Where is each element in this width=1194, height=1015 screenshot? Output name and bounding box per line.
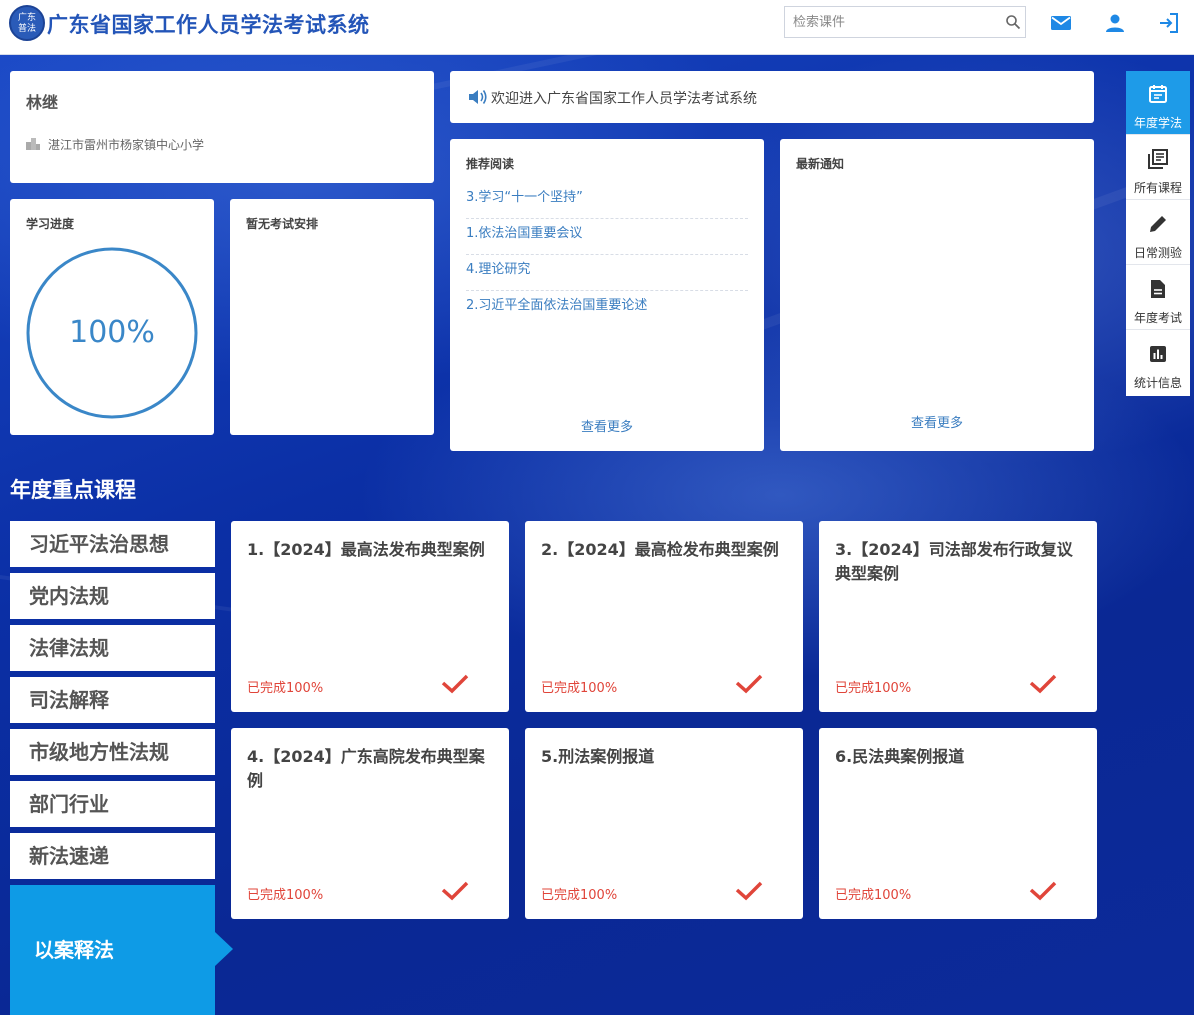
course-title: 5.刑法案例报道 <box>541 747 655 766</box>
course-title: 1.【2024】最高法发布典型案例 <box>247 540 485 559</box>
nav-label: 年度考试 <box>1133 311 1182 325</box>
course-progress: 已完成100% <box>541 888 618 903</box>
right-side-nav: 年度学法 所有课程 日常测验 年度考试 统计信息 <box>1126 71 1190 396</box>
course-progress: 已完成100% <box>247 888 324 903</box>
nav-statistics[interactable]: 统计信息 <box>1126 331 1190 395</box>
exam-title: 暂无考试安排 <box>246 217 319 231</box>
course-card[interactable]: 5.刑法案例报道 已完成100% <box>525 728 803 919</box>
course-card[interactable]: 6.民法典案例报道 已完成100% <box>819 728 1097 919</box>
check-icon <box>441 881 469 901</box>
welcome-notice-bar: 欢迎进入广东省国家工作人员学法考试系统 <box>450 71 1094 123</box>
reading-more-link[interactable]: 查看更多 <box>450 416 764 435</box>
category-tab[interactable]: 司法解释 <box>10 677 215 723</box>
notices-title: 最新通知 <box>796 157 845 171</box>
category-tab[interactable]: 新法速递 <box>10 833 215 879</box>
notices-more-link[interactable]: 查看更多 <box>780 412 1094 431</box>
nav-label: 日常测验 <box>1133 246 1182 260</box>
welcome-text: 欢迎进入广东省国家工作人员学法考试系统 <box>491 91 757 107</box>
user-card: 林继 湛江市雷州市杨家镇中心小学 <box>10 71 434 183</box>
course-card[interactable]: 2.【2024】最高检发布典型案例 已完成100% <box>525 521 803 712</box>
progress-title: 学习进度 <box>26 217 75 231</box>
course-progress: 已完成100% <box>835 681 912 696</box>
search-icon[interactable] <box>1005 14 1021 30</box>
nav-all-courses[interactable]: 所有课程 <box>1126 136 1190 200</box>
category-tab[interactable]: 习近平法治思想 <box>10 521 215 567</box>
top-header: 广东 普法 广东省国家工作人员学法考试系统 <box>0 0 1194 55</box>
site-logo[interactable]: 广东 普法 <box>9 5 45 41</box>
course-title: 3.【2024】司法部发布行政复议典型案例 <box>835 540 1073 583</box>
organization-name: 湛江市雷州市杨家镇中心小学 <box>48 138 205 152</box>
user-name: 林继 <box>26 93 59 112</box>
user-icon[interactable] <box>1103 11 1127 35</box>
nav-annual-exam[interactable]: 年度考试 <box>1126 266 1190 330</box>
category-tab[interactable]: 法律法规 <box>10 625 215 671</box>
chart-icon <box>1150 346 1166 362</box>
site-title: 广东省国家工作人员学法考试系统 <box>47 13 370 37</box>
category-tab[interactable]: 市级地方性法规 <box>10 729 215 775</box>
reading-item[interactable]: 1.依法治国重要会议 <box>466 219 748 255</box>
category-tab-active[interactable]: 以案释法 <box>10 885 215 1015</box>
nav-daily-quiz[interactable]: 日常测验 <box>1126 201 1190 265</box>
nav-label: 年度学法 <box>1133 116 1182 130</box>
reading-title: 推荐阅读 <box>466 157 515 171</box>
check-icon <box>441 674 469 694</box>
course-title: 4.【2024】广东高院发布典型案例 <box>247 747 485 790</box>
check-icon <box>735 674 763 694</box>
course-title: 2.【2024】最高检发布典型案例 <box>541 540 779 559</box>
active-category-arrow <box>215 932 233 966</box>
progress-value: 100% <box>69 315 155 350</box>
check-icon <box>1029 881 1057 901</box>
speaker-icon <box>469 90 487 104</box>
course-card[interactable]: 1.【2024】最高法发布典型案例 已完成100% <box>231 521 509 712</box>
reading-item[interactable]: 3.学习“十一个坚持” <box>466 183 748 219</box>
logo-text-line2: 普法 <box>17 24 36 34</box>
recommended-reading-card: 推荐阅读 3.学习“十一个坚持” 1.依法治国重要会议 4.理论研究 2.习近平… <box>450 139 764 451</box>
latest-notices-card: 最新通知 查看更多 <box>780 139 1094 451</box>
category-tab[interactable]: 党内法规 <box>10 573 215 619</box>
reading-item[interactable]: 4.理论研究 <box>466 255 748 291</box>
library-icon <box>1148 149 1168 169</box>
progress-card: 学习进度 100% <box>10 199 214 435</box>
check-icon <box>735 881 763 901</box>
search-box <box>784 6 1026 38</box>
search-input[interactable] <box>785 7 995 37</box>
document-icon <box>1151 280 1165 298</box>
course-card[interactable]: 3.【2024】司法部发布行政复议典型案例 已完成100% <box>819 521 1097 712</box>
course-progress: 已完成100% <box>835 888 912 903</box>
pencil-icon <box>1150 216 1166 232</box>
building-icon <box>26 138 40 150</box>
logo-text-line1: 广东 <box>17 13 36 23</box>
course-progress: 已完成100% <box>247 681 324 696</box>
section-title: 年度重点课程 <box>10 478 136 502</box>
nav-label: 所有课程 <box>1133 181 1182 195</box>
logout-icon[interactable] <box>1157 11 1181 35</box>
mail-icon[interactable] <box>1049 11 1073 35</box>
course-title: 6.民法典案例报道 <box>835 747 965 766</box>
calendar-icon <box>1149 85 1167 103</box>
course-progress: 已完成100% <box>541 681 618 696</box>
nav-annual-study[interactable]: 年度学法 <box>1126 71 1190 135</box>
exam-card: 暂无考试安排 <box>230 199 434 435</box>
reading-item[interactable]: 2.习近平全面依法治国重要论述 <box>466 291 748 327</box>
course-card[interactable]: 4.【2024】广东高院发布典型案例 已完成100% <box>231 728 509 919</box>
user-organization: 湛江市雷州市杨家镇中心小学 <box>26 136 204 153</box>
category-tab[interactable]: 部门行业 <box>10 781 215 827</box>
reading-list: 3.学习“十一个坚持” 1.依法治国重要会议 4.理论研究 2.习近平全面依法治… <box>466 183 748 327</box>
check-icon <box>1029 674 1057 694</box>
nav-label: 统计信息 <box>1133 376 1182 390</box>
